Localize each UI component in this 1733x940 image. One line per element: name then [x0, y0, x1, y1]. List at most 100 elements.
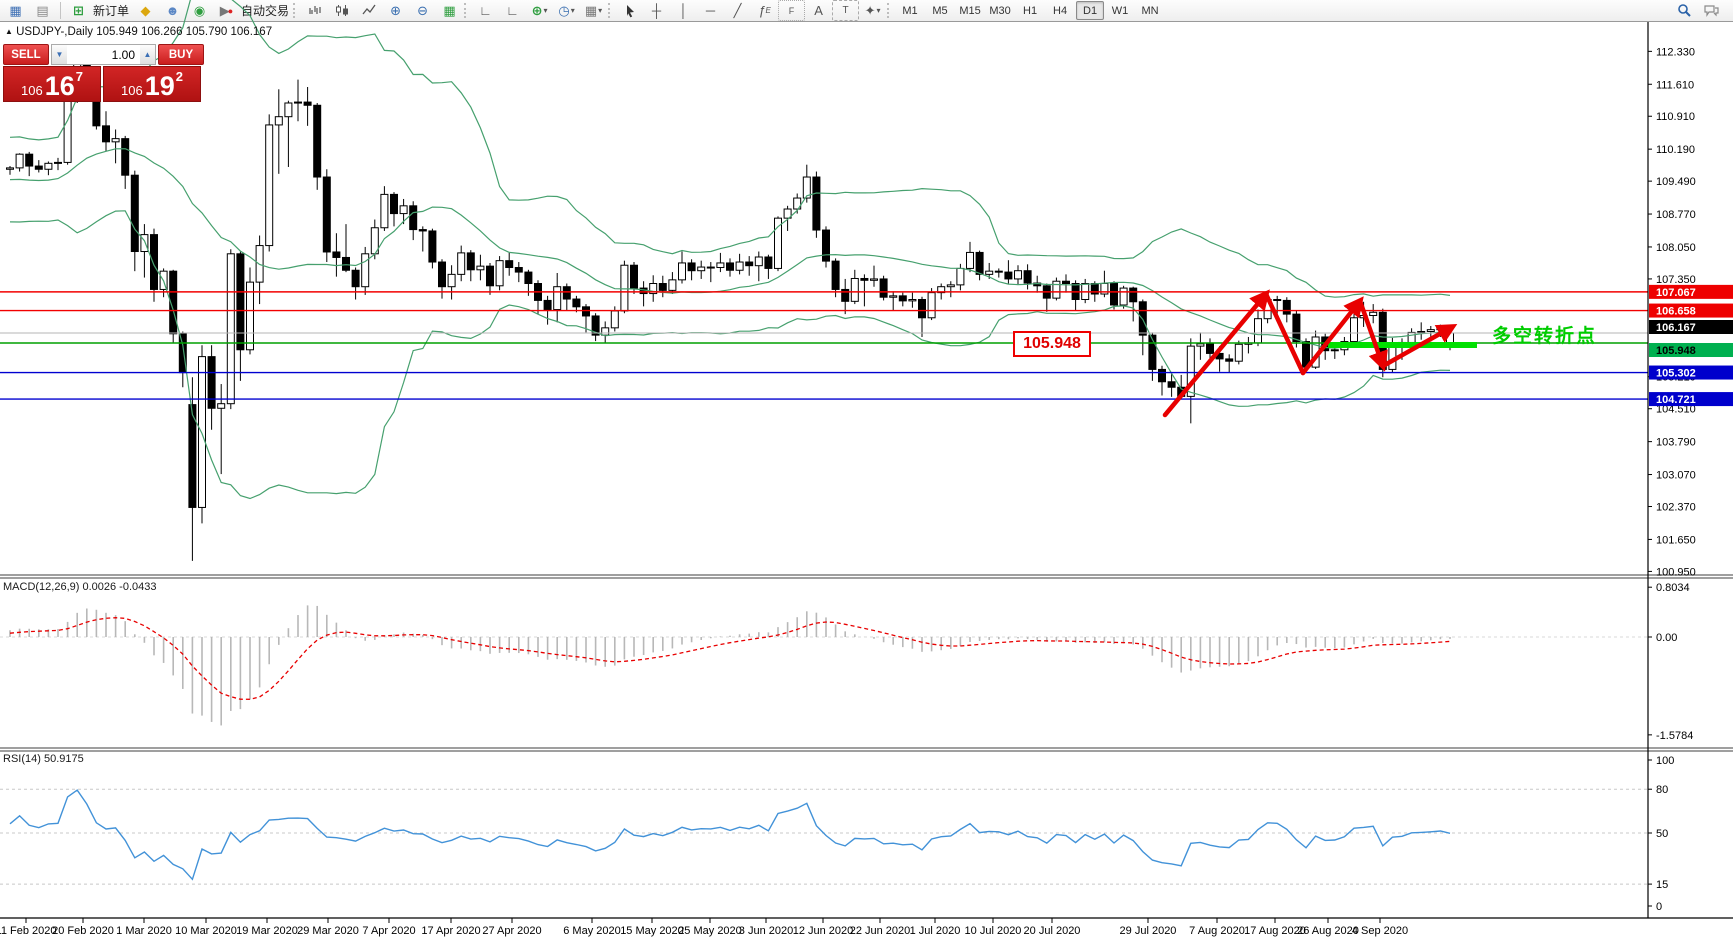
candle-body [458, 253, 465, 274]
volume-up-button[interactable]: ▲ [140, 45, 155, 64]
candle-body [986, 271, 993, 274]
candle-body [871, 279, 878, 280]
time-tick-label: 7 Apr 2020 [362, 925, 415, 937]
candle-body [765, 257, 772, 268]
candle-body [928, 293, 935, 318]
price-tick-label: 102.370 [1656, 502, 1696, 514]
candle-body [583, 307, 590, 316]
time-tick-label: 10 Jul 2020 [965, 925, 1022, 937]
candle-body [669, 280, 676, 291]
bollinger-upper [10, 0, 1450, 297]
candle-body [947, 285, 954, 287]
candle-body [1197, 344, 1204, 346]
candle-body [131, 175, 138, 251]
candle-body [880, 279, 887, 297]
candle-body [1255, 319, 1262, 343]
sell-price-sup: 7 [76, 67, 83, 84]
price-tick-label: 109.490 [1656, 176, 1696, 188]
candle-body [352, 270, 359, 286]
candle-body [1024, 271, 1031, 283]
chart-title-text: USDJPY-,Daily 105.949 106.266 105.790 10… [16, 26, 272, 38]
time-tick-label: 11 Feb 2020 [0, 925, 56, 937]
zigzag-trend-segment[interactable] [1165, 294, 1266, 415]
time-tick-label: 15 May 2020 [620, 925, 684, 937]
rsi-tick-label: 80 [1656, 784, 1668, 796]
time-tick-label: 7 Aug 2020 [1189, 925, 1245, 937]
price-tick-label: 103.070 [1656, 470, 1696, 482]
turning-point-annotation[interactable]: 多空转折点 [1492, 321, 1597, 348]
candle-body [333, 252, 340, 257]
price-annotation-box[interactable]: 105.948 [1013, 331, 1091, 357]
chart-title: ▲ USDJPY-,Daily 105.949 106.266 105.790 … [5, 26, 272, 38]
candle-body [1331, 350, 1338, 351]
candle-body [439, 262, 446, 287]
price-tick-label: 110.190 [1656, 144, 1695, 156]
candle-body [563, 287, 570, 299]
candle-body [746, 262, 753, 266]
candle-body [631, 265, 638, 288]
buy-price-sup: 2 [176, 67, 183, 84]
time-tick-label: 1 Jul 2020 [910, 925, 961, 937]
volume-stepper: ▼ 1.00 ▲ [51, 44, 156, 65]
candle-body [295, 102, 302, 103]
candle-body [755, 257, 762, 266]
candle-body [429, 231, 436, 262]
candle-body [506, 261, 513, 268]
candle-body [467, 253, 474, 270]
candle-body [957, 268, 964, 284]
price-tick-label: 103.790 [1656, 437, 1696, 449]
rsi-tick-label: 50 [1656, 828, 1668, 840]
candle-body [1005, 272, 1012, 279]
rsi-line [10, 790, 1450, 879]
candle-body [199, 357, 206, 508]
candle-body [890, 296, 897, 297]
candle-body [1427, 330, 1434, 332]
candle-body [967, 252, 974, 268]
price-chart-svg[interactable]: 112.330111.610110.910110.190109.490108.7… [0, 0, 1733, 940]
price-tick-label: 111.610 [1656, 79, 1694, 91]
price-tick-label: 108.050 [1656, 242, 1696, 254]
price-tick-label: 101.650 [1656, 534, 1696, 546]
candle-body [237, 254, 244, 350]
price-badge-label: 107.067 [1656, 287, 1696, 299]
time-tick-label: 17 Apr 2020 [421, 925, 480, 937]
time-tick-label: 6 May 2020 [563, 925, 620, 937]
volume-down-button[interactable]: ▼ [52, 45, 67, 64]
candle-body [381, 194, 388, 227]
candle-body [275, 117, 282, 125]
time-tick-label: 12 Jun 2020 [793, 925, 854, 937]
buy-button[interactable]: BUY [158, 44, 204, 65]
candle-body [391, 194, 398, 213]
candle-body [1408, 332, 1415, 342]
candle-body [621, 265, 628, 311]
sell-price-panel[interactable]: 106 16 7 [3, 66, 101, 102]
rsi-tick-label: 0 [1656, 901, 1662, 913]
sell-price-prefix: 106 [21, 83, 43, 98]
candle-body [410, 206, 417, 230]
candle-body [823, 230, 830, 261]
time-tick-label: 27 Apr 2020 [482, 925, 541, 937]
candle-body [362, 254, 369, 287]
volume-value[interactable]: 1.00 [67, 45, 140, 64]
price-badge-label: 106.658 [1656, 306, 1696, 318]
candle-body [1120, 288, 1127, 305]
candle-body [976, 252, 983, 274]
time-tick-label: 29 Mar 2020 [297, 925, 359, 937]
candle-body [1235, 344, 1242, 361]
buy-price-panel[interactable]: 106 19 2 [103, 66, 201, 102]
candle-body [515, 268, 522, 273]
price-tick-label: 110.910 [1656, 111, 1695, 123]
candle-body [736, 262, 743, 270]
candle-body [1063, 281, 1070, 283]
price-tick-label: 112.330 [1656, 46, 1695, 58]
candle-body [1168, 382, 1175, 387]
time-tick-label: 20 Jul 2020 [1024, 925, 1081, 937]
candle-body [419, 230, 426, 231]
candle-body [813, 177, 820, 230]
sell-button[interactable]: SELL [3, 44, 49, 65]
candle-body [7, 168, 14, 169]
candle-body [602, 328, 609, 335]
price-tick-label: 100.950 [1656, 566, 1696, 578]
macd-tick-label: 0.8034 [1656, 582, 1690, 594]
rsi-tick-label: 15 [1656, 879, 1668, 891]
